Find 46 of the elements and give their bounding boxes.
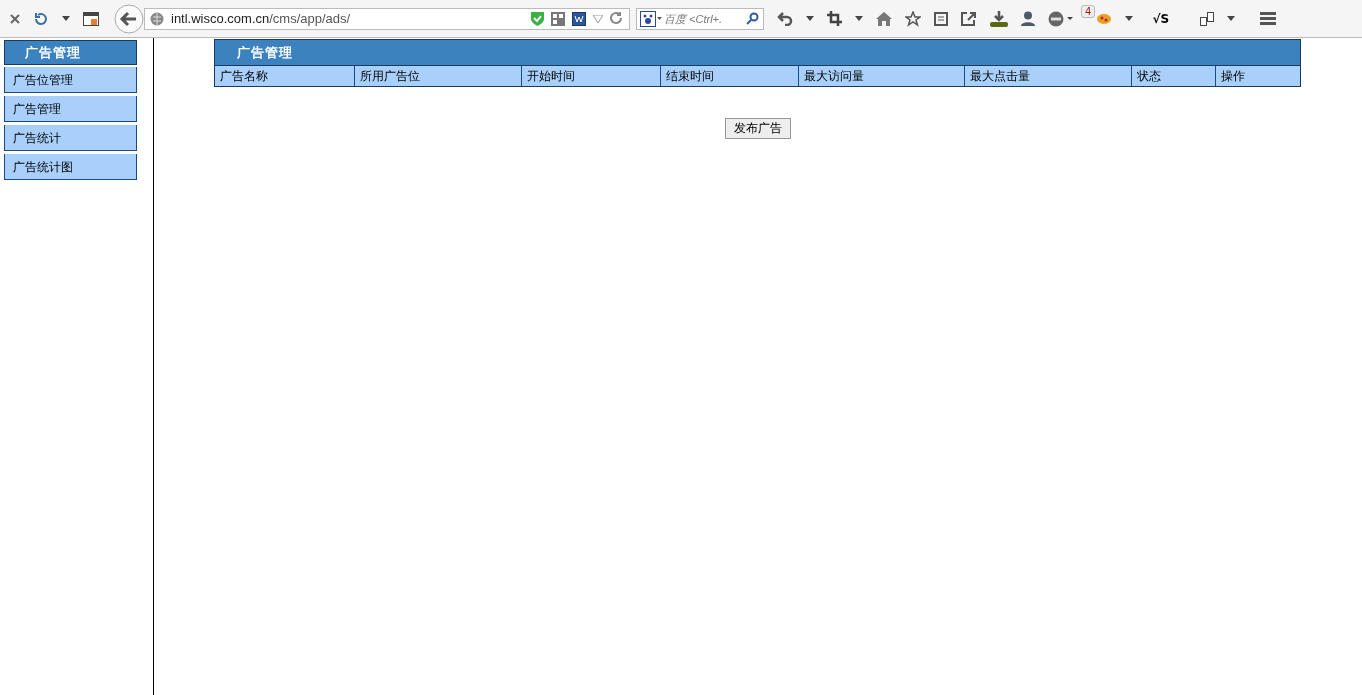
download-icon[interactable] <box>990 10 1008 27</box>
panel-title: 广告管理 <box>215 40 1300 66</box>
notification-badge[interactable]: 4 <box>1081 5 1096 18</box>
share-icon[interactable] <box>961 11 977 26</box>
sidebar-item[interactable]: 广告统计 <box>4 125 137 151</box>
column-header: 状态 <box>1131 66 1216 86</box>
crop-icon[interactable] <box>827 11 842 26</box>
dropdown-icon[interactable] <box>62 16 70 21</box>
bug-icon[interactable] <box>1096 12 1113 25</box>
column-header: 结束时间 <box>659 66 799 86</box>
user-icon[interactable] <box>1021 11 1035 26</box>
reload-icon[interactable] <box>610 12 623 25</box>
refresh-icon[interactable] <box>33 11 49 26</box>
star-icon[interactable] <box>905 10 921 27</box>
close-icon[interactable] <box>10 13 20 24</box>
qr-code-icon[interactable] <box>551 11 565 26</box>
clipboard-icon[interactable] <box>934 11 948 26</box>
column-header: 所用广告位 <box>353 66 521 86</box>
search-field[interactable]: 百度 <Ctrl+. <box>636 7 764 30</box>
dropdown-icon[interactable] <box>1125 16 1134 21</box>
column-header: 操作 <box>1215 66 1300 86</box>
search-icon[interactable] <box>746 12 759 25</box>
addon-button[interactable]: √S <box>1152 11 1170 26</box>
sidebar-item[interactable]: 广告管理 <box>4 96 137 122</box>
publish-button[interactable]: 发布广告 <box>724 118 791 139</box>
shield-icon[interactable] <box>531 11 544 26</box>
column-header: 开始时间 <box>520 66 660 86</box>
dropdown-icon[interactable] <box>855 16 863 21</box>
sidebar-item[interactable]: 广告统计图 <box>4 154 137 180</box>
dropdown-icon[interactable] <box>806 16 814 21</box>
home-icon[interactable] <box>876 11 892 26</box>
column-header: 最大点击量 <box>964 66 1132 86</box>
column-header: 广告名称 <box>219 68 269 85</box>
sidebar-title: 广告管理 <box>4 40 137 65</box>
address-field[interactable]: intl.wisco.com.cn/cms/app/ads/ <box>144 7 630 30</box>
back-button[interactable] <box>114 3 144 34</box>
window-icon[interactable] <box>83 11 99 26</box>
sidebar-item[interactable]: 广告位管理 <box>4 67 137 93</box>
document-icon[interactable] <box>572 11 586 26</box>
dropdown-icon[interactable] <box>1227 16 1236 21</box>
globe-icon <box>150 11 164 26</box>
undo-icon[interactable] <box>777 11 793 26</box>
pages-icon[interactable] <box>1200 11 1215 26</box>
search-input[interactable]: 百度 <Ctrl+. <box>664 12 744 25</box>
menu-icon[interactable] <box>1260 12 1277 25</box>
column-header: 最大访问量 <box>798 66 965 86</box>
